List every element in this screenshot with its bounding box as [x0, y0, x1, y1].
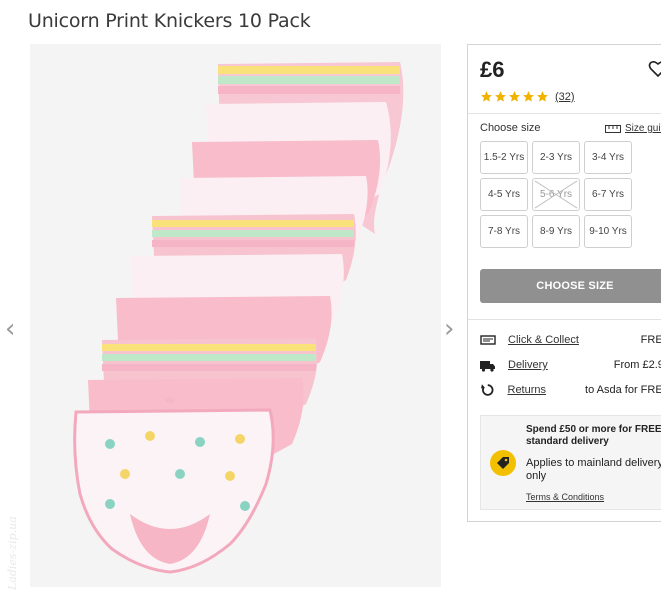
watermark: Ladies-zip.ua [6, 516, 19, 590]
choose-size-button[interactable]: CHOOSE SIZE [480, 269, 661, 303]
price: £6 [480, 57, 505, 82]
unavailable-cross-icon [534, 180, 578, 209]
star-icon [495, 91, 506, 102]
size-option[interactable]: 4-5 Yrs [480, 178, 528, 211]
next-image-arrow-icon[interactable]: › [444, 316, 458, 342]
size-option[interactable]: 7-8 Yrs [480, 215, 528, 248]
click-collect-link[interactable]: Click & Collect [508, 334, 588, 346]
divider [468, 319, 661, 320]
wishlist-heart-icon[interactable] [648, 59, 661, 79]
size-option[interactable]: 1.5-2 Yrs [480, 141, 528, 174]
returns-link[interactable]: Returns [508, 384, 586, 396]
size-option[interactable]: 3-4 Yrs [584, 141, 632, 174]
delivery-promo: Spend £50 or more for FREE standard deli… [480, 415, 661, 510]
knickers-illustration [30, 44, 441, 587]
star-icon [509, 91, 520, 102]
delivery-link[interactable]: Delivery [508, 359, 588, 371]
delivery-value: From £2.95 [613, 359, 661, 371]
size-options: 1.5-2 Yrs 2-3 Yrs 3-4 Yrs 4-5 Yrs 5-6 Yr… [480, 141, 632, 248]
promo-body: Applies to mainland delivery only [526, 457, 661, 482]
terms-conditions-link[interactable]: Terms & Conditions [526, 492, 604, 502]
click-collect-row: Click & Collect FREE [480, 331, 661, 349]
star-icon [523, 91, 534, 102]
promo-headline: Spend £50 or more for FREE standard deli… [526, 424, 661, 447]
previous-image-arrow-icon[interactable]: ‹ [5, 316, 19, 342]
returns-icon [480, 384, 494, 396]
star-icon [481, 91, 492, 102]
ruler-icon [605, 124, 621, 133]
size-option[interactable]: 9-10 Yrs [584, 215, 632, 248]
choose-size-label: Choose size [480, 122, 541, 134]
rating[interactable]: (32) [480, 90, 575, 103]
returns-value: to Asda for FREE [585, 384, 661, 396]
price-tag-icon [490, 450, 516, 476]
page-title: Unicorn Print Knickers 10 Pack [28, 10, 311, 32]
size-guide-link[interactable]: Size guide [605, 123, 661, 134]
review-count-link[interactable]: (32) [555, 91, 575, 103]
size-option[interactable]: 8-9 Yrs [532, 215, 580, 248]
product-image[interactable] [30, 44, 441, 587]
star-icon [537, 91, 548, 102]
returns-row: Returns to Asda for FREE [480, 381, 661, 399]
delivery-row: Delivery From £2.95 [480, 356, 661, 374]
click-collect-icon [480, 335, 496, 345]
size-option[interactable]: 6-7 Yrs [584, 178, 632, 211]
delivery-van-icon [480, 361, 495, 372]
divider [468, 113, 661, 114]
size-option[interactable]: 2-3 Yrs [532, 141, 580, 174]
product-panel: £6 (32) Choose size Size guide 1.5-2 Yrs… [467, 44, 661, 522]
size-option-unavailable[interactable]: 5-6 Yrs [532, 178, 580, 211]
click-collect-value: FREE [640, 334, 661, 346]
